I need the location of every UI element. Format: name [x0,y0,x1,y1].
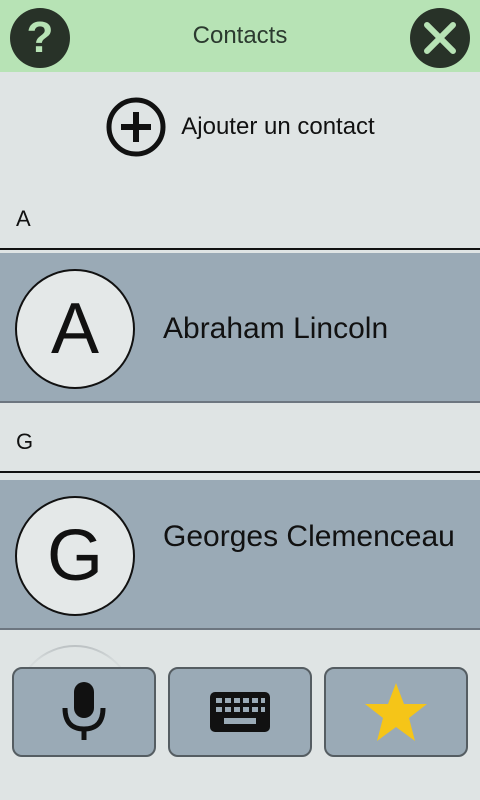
contact-row[interactable]: G Georges Clemenceau [0,480,480,630]
close-icon [424,22,456,54]
avatar: A [15,269,135,389]
contact-name: Georges Clemenceau [163,520,455,553]
top-bar: ? Contacts [0,0,480,72]
avatar: G [15,496,135,616]
section-letter: A [16,206,31,231]
contact-name: Abraham Lincoln [163,312,389,345]
plus-circle-icon [106,97,166,157]
keyboard-button[interactable] [168,667,312,757]
microphone-icon [62,682,106,740]
section-header: A [0,182,480,250]
section-letter: G [16,429,34,454]
close-button[interactable] [410,8,470,68]
favorites-button[interactable] [324,667,468,757]
contact-row[interactable]: A Abraham Lincoln [0,253,480,403]
section-header: G [0,405,480,473]
voice-search-button[interactable] [12,667,156,757]
add-contact-label: Ajouter un contact [181,113,375,140]
keyboard-icon [210,692,270,732]
star-icon [365,683,427,741]
add-contact-button[interactable]: Ajouter un contact [0,72,480,182]
page-title: Contacts [192,22,288,49]
